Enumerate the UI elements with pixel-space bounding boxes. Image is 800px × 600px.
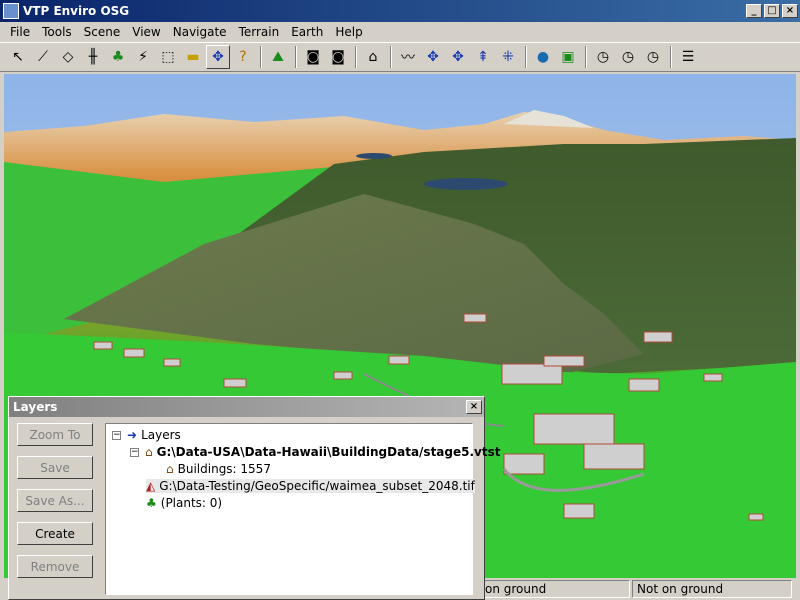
menu-tools[interactable]: Tools	[36, 25, 78, 39]
tree-root[interactable]: − ➜ Layers	[112, 428, 181, 442]
menu-help[interactable]: Help	[329, 25, 368, 39]
toolbar-separator	[355, 46, 357, 68]
tree-root-label: Layers	[141, 428, 181, 442]
zoom-out-icon[interactable]: ✥	[446, 45, 470, 69]
move-icon[interactable]: ✥	[206, 45, 230, 69]
window-title: VTP Enviro OSG	[23, 4, 130, 18]
app-icon	[3, 3, 19, 19]
tree-plants-layer[interactable]: ♣ (Plants: 0)	[146, 496, 222, 510]
camera-icon[interactable]: ◙	[301, 45, 325, 69]
menu-terrain[interactable]: Terrain	[233, 25, 286, 39]
pointer-icon[interactable]: ↖	[6, 45, 30, 69]
tree-icon[interactable]: ♣	[106, 45, 130, 69]
clock-play-icon[interactable]: ◷	[616, 45, 640, 69]
info-icon[interactable]: ?	[231, 45, 255, 69]
clock-icon[interactable]: ◷	[591, 45, 615, 69]
menu-view[interactable]: View	[126, 25, 166, 39]
remove-button[interactable]: Remove	[17, 555, 93, 578]
building-icon[interactable]: ⌂	[361, 45, 385, 69]
collapse-icon[interactable]: −	[130, 447, 139, 457]
maximize-button[interactable]: □	[764, 4, 780, 18]
select-area-icon[interactable]: ⬚	[156, 45, 180, 69]
terrain-edit-icon[interactable]: ◇	[56, 45, 80, 69]
elevation-icon[interactable]: 〰	[396, 45, 420, 69]
buildings-label: Buildings: 1557	[177, 462, 271, 476]
fence-icon[interactable]: ╫	[81, 45, 105, 69]
toolbar-separator	[585, 46, 587, 68]
toolbar-separator	[260, 46, 262, 68]
route-icon[interactable]: ⚡	[131, 45, 155, 69]
clock-stop-icon[interactable]: ◷	[641, 45, 665, 69]
zoom-in-icon[interactable]: ✥	[421, 45, 445, 69]
map-icon[interactable]: ▣	[556, 45, 580, 69]
status-left: on ground	[480, 580, 630, 598]
collapse-icon[interactable]: −	[112, 430, 121, 440]
image-layer-icon: ◭	[146, 479, 156, 493]
toolbar-separator	[390, 46, 392, 68]
save-button[interactable]: Save	[17, 456, 93, 479]
menu-bar: File Tools Scene View Navigate Terrain E…	[0, 22, 800, 42]
menu-earth[interactable]: Earth	[285, 25, 329, 39]
building-icon: ⌂	[145, 445, 153, 459]
camera-nav-icon[interactable]: ◙	[326, 45, 350, 69]
create-button[interactable]: Create	[17, 522, 93, 545]
path-icon[interactable]: ⟋	[31, 45, 55, 69]
layers-dialog: Layers × Zoom To Save Save As... Create …	[8, 396, 500, 600]
tree-icon: ♣	[146, 496, 157, 510]
close-button[interactable]: ×	[782, 4, 798, 18]
structure-file-label: G:\Data-USA\Data-Hawaii\BuildingData/sta…	[156, 445, 501, 459]
tree-buildings-count[interactable]: ⌂ Buildings: 1557	[166, 462, 271, 476]
menu-file[interactable]: File	[4, 25, 36, 39]
profile-icon[interactable]: ⛰	[266, 45, 290, 69]
tree-view-icon[interactable]: ☰	[676, 45, 700, 69]
minimize-button[interactable]: _	[746, 4, 762, 18]
status-right: Not on ground	[632, 580, 792, 598]
image-file-label: G:\Data-Testing/GeoSpecific/waimea_subse…	[159, 479, 475, 493]
plants-label: (Plants: 0)	[160, 496, 223, 510]
toolbar: ↖ ⟋ ◇ ╫ ♣ ⚡ ⬚ ▬ ✥ ? ⛰ ◙ ◙ ⌂ 〰 ✥ ✥ ⇞ ⁜ ● …	[0, 42, 800, 72]
layers-close-button[interactable]: ×	[466, 400, 482, 414]
menu-scene[interactable]: Scene	[78, 25, 127, 39]
spread-icon[interactable]: ⁜	[496, 45, 520, 69]
toolbar-separator	[670, 46, 672, 68]
menu-navigate[interactable]: Navigate	[167, 25, 233, 39]
tree-structure-layer[interactable]: − ⌂ G:\Data-USA\Data-Hawaii\BuildingData…	[130, 445, 500, 459]
layers-title-bar[interactable]: Layers ×	[9, 397, 484, 417]
arrow-right-icon: ➜	[127, 428, 138, 442]
toolbar-separator	[525, 46, 527, 68]
globe-icon[interactable]: ●	[531, 45, 555, 69]
vehicle-icon[interactable]: ▬	[181, 45, 205, 69]
layers-tree[interactable]: − ➜ Layers − ⌂ G:\Data-USA\Data-Hawaii\B…	[105, 423, 500, 595]
layers-title: Layers	[13, 400, 58, 414]
building-icon: ⌂	[166, 462, 174, 476]
tree-image-layer[interactable]: ◭ G:\Data-Testing/GeoSpecific/waimea_sub…	[146, 479, 475, 493]
save-as-button[interactable]: Save As...	[17, 489, 93, 512]
zoom-to-button[interactable]: Zoom To	[17, 423, 93, 446]
toolbar-separator	[295, 46, 297, 68]
title-bar: VTP Enviro OSG _ □ ×	[0, 0, 800, 22]
level-icon[interactable]: ⇞	[471, 45, 495, 69]
